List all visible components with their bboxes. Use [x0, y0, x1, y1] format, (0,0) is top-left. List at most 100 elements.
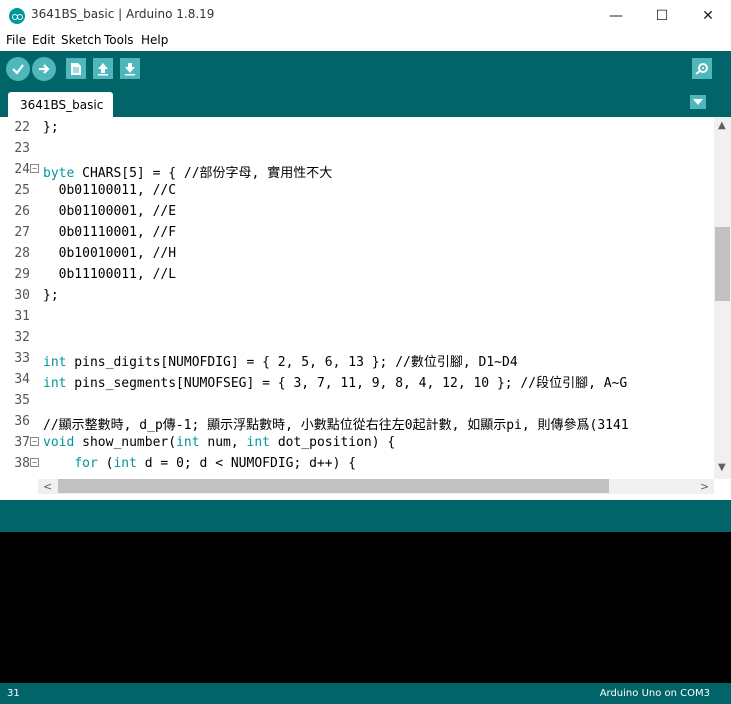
code-text: 0b01100011, //C [43, 183, 176, 198]
scrollbar-corner [714, 479, 731, 494]
code-line[interactable]: 34 int pins_segments[NUMOFSEG] = { 3, 7, … [8, 369, 714, 391]
tab-menu-dropdown-icon[interactable] [690, 95, 706, 109]
fold-toggle-icon[interactable]: − [30, 437, 39, 446]
code-segment: }; [43, 288, 59, 303]
line-number: 27 [14, 225, 30, 240]
code-line[interactable]: 31 [8, 306, 714, 327]
code-text: 0b01100001, //E [43, 204, 176, 219]
code-text: 0b11100011, //L [43, 267, 176, 282]
menu-help[interactable]: Help [141, 33, 168, 47]
horizontal-scrollbar[interactable]: < > [38, 479, 714, 494]
code-line[interactable]: 25 0b01100011, //C [8, 180, 714, 201]
arrow-right-icon [39, 64, 50, 74]
code-segment: }; [43, 120, 59, 135]
code-line[interactable]: 36 //顯示整數時, d_p傳-1; 顯示浮點數時, 小數點位從右往左0起計數,… [8, 411, 714, 433]
toolbar [0, 51, 731, 87]
code-segment: 0b11100011, //L [43, 267, 177, 282]
menu-file[interactable]: File [6, 33, 26, 47]
keyword: int [113, 456, 137, 471]
open-button[interactable] [93, 58, 113, 79]
minimize-icon: — [609, 7, 623, 24]
code-line[interactable]: 35 [8, 390, 714, 411]
keyword: int [43, 376, 67, 391]
code-line[interactable]: 22}; [8, 117, 714, 138]
code-segment: show_number( [74, 435, 177, 450]
fold-toggle-icon[interactable]: − [30, 164, 39, 173]
code-line[interactable]: 28 0b10010001, //H [8, 243, 714, 264]
keyword: void [43, 435, 75, 450]
close-icon: ✕ [702, 7, 714, 24]
upload-arrow-icon [98, 62, 108, 75]
code-segment: 0b01100001, //E [43, 204, 177, 219]
code-segment: ( [97, 456, 114, 471]
menu-sketch[interactable]: Sketch [61, 33, 101, 47]
menu-edit[interactable]: Edit [32, 33, 55, 47]
scroll-down-icon[interactable]: ▼ [718, 462, 726, 473]
upload-button[interactable] [32, 57, 56, 81]
maximize-button[interactable]: ☐ [639, 0, 685, 31]
keyword: byte [43, 166, 75, 181]
line-number: 36 [14, 414, 30, 429]
board-port-status: Arduino Uno on COM3 [599, 688, 710, 699]
new-button[interactable] [66, 58, 86, 79]
code-text: //顯示整數時, d_p傳-1; 顯示浮點數時, 小數點位從右往左0起計數, 如… [43, 414, 629, 433]
line-number: 23 [14, 141, 30, 156]
code-segment: pins_digits[NUMOFDIG] = { 2, 5, 6, 13 };… [66, 355, 518, 370]
line-number: 24 [14, 162, 30, 177]
tab-3641bs-basic[interactable]: 3641BS_basic [8, 92, 113, 117]
code-line[interactable]: 29 0b11100011, //L [8, 264, 714, 285]
code-segment: 0b01110001, //F [43, 225, 177, 240]
code-text: 0b01110001, //F [43, 225, 176, 240]
code-segment: //顯示整數時, d_p傳-1; 顯示浮點數時, 小數點位從右往左0起計數, 如… [43, 418, 629, 433]
scroll-up-icon[interactable]: ▲ [718, 120, 726, 131]
code-line[interactable]: 24− byte CHARS[5] = { //部份字母, 實用性不大 [8, 159, 714, 181]
code-line[interactable]: 27 0b01110001, //F [8, 222, 714, 243]
verify-button[interactable] [6, 57, 30, 81]
code-segment: pins_segments[NUMOFSEG] = { 3, 7, 11, 9,… [66, 376, 628, 391]
vertical-scrollbar[interactable]: ▲ ▼ [714, 117, 731, 479]
horizontal-scroll-thumb[interactable] [58, 479, 609, 493]
footer-status-bar: 31 Arduino Uno on COM3 [0, 683, 731, 704]
scroll-right-icon[interactable]: > [700, 480, 709, 493]
line-number: 37 [14, 435, 30, 450]
line-number: 29 [14, 267, 30, 282]
code-line[interactable]: 32 [8, 327, 714, 348]
code-segment: 0b01100011, //C [43, 183, 177, 198]
editor-gutter-strip [0, 479, 38, 494]
serial-monitor-button[interactable] [692, 58, 712, 79]
code-text: }; [43, 288, 59, 303]
maximize-icon: ☐ [655, 7, 669, 24]
code-line[interactable]: 33 int pins_digits[NUMOFDIG] = { 2, 5, 6,… [8, 348, 714, 370]
keyword: for [74, 456, 98, 471]
code-text: 0b10010001, //H [43, 246, 176, 261]
code-line[interactable]: 26 0b01100001, //E [8, 201, 714, 222]
console-output[interactable] [0, 532, 731, 683]
keyword: int [176, 435, 200, 450]
code-line[interactable]: 37− void show_number(int num, int dot_pos… [8, 432, 714, 453]
fold-toggle-icon[interactable]: − [30, 458, 39, 467]
line-number: 31 [14, 309, 30, 324]
code-line[interactable]: 23 [8, 138, 714, 159]
line-number: 35 [14, 393, 30, 408]
window-title: 3641BS_basic | Arduino 1.8.19 [31, 7, 215, 21]
code-segment: dot_position) { [270, 435, 396, 450]
tab-bar: 3641BS_basic [0, 87, 731, 117]
line-number: 32 [14, 330, 30, 345]
title-bar: 3641BS_basic | Arduino 1.8.19 — ☐ ✕ [0, 0, 731, 31]
close-button[interactable]: ✕ [685, 0, 731, 31]
code-editor[interactable]: 22}; 23 24− byte CHARS[5] = { //部份字母, 實用性不大… [8, 117, 714, 479]
code-text: for (int d = 0; d < NUMOFDIG; d++) { [43, 456, 356, 471]
vertical-scroll-thumb[interactable] [715, 227, 730, 301]
menu-tools[interactable]: Tools [104, 33, 134, 47]
code-segment: d = 0; d < NUMOFDIG; d++) { [136, 456, 357, 471]
minimize-button[interactable]: — [593, 0, 639, 31]
checkmark-icon [12, 64, 24, 75]
scroll-left-icon[interactable]: < [43, 480, 52, 493]
save-button[interactable] [120, 58, 140, 79]
line-number: 30 [14, 288, 30, 303]
code-line[interactable]: 38− for (int d = 0; d < NUMOFDIG; d++) { [8, 453, 714, 474]
line-number: 33 [14, 351, 30, 366]
line-number: 22 [14, 120, 30, 135]
line-number: 26 [14, 204, 30, 219]
code-line[interactable]: 30}; [8, 285, 714, 306]
